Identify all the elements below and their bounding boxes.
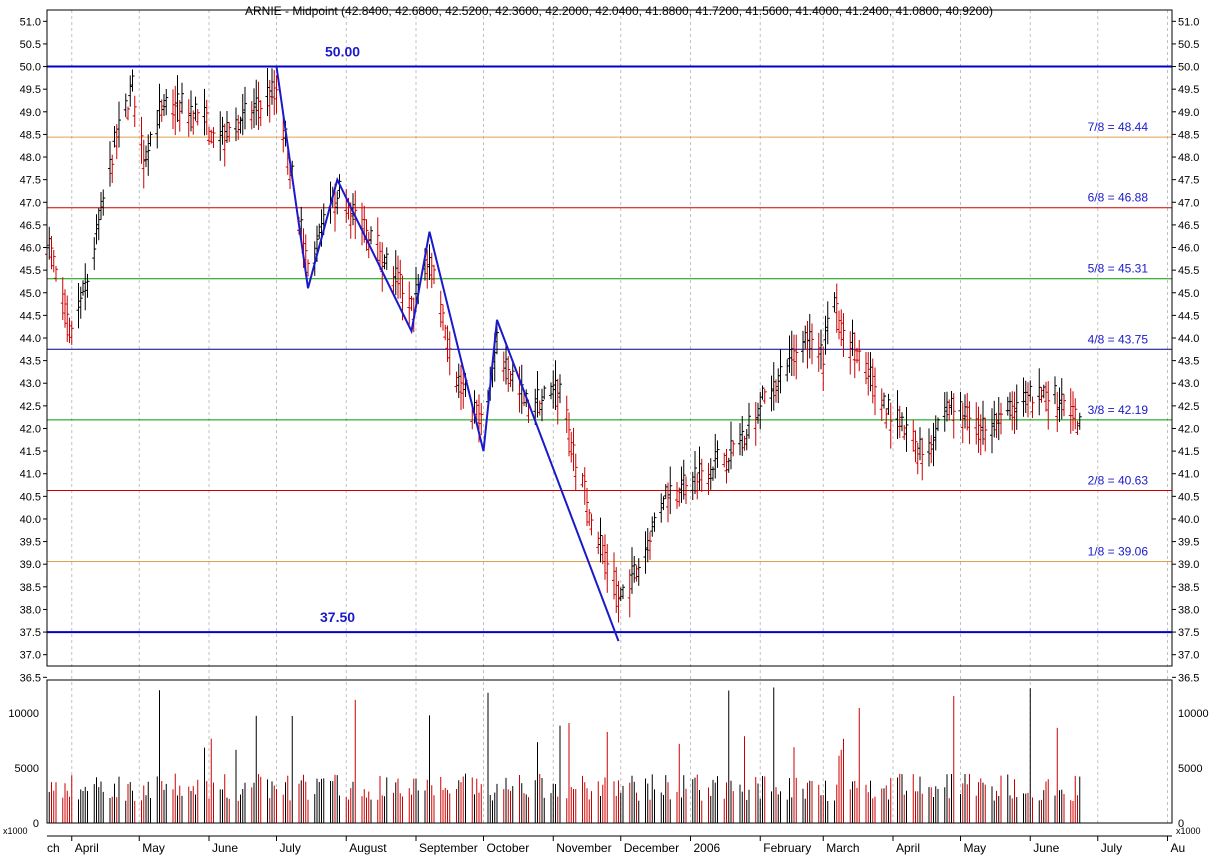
price-tick-label-left: 37.0 xyxy=(20,650,41,662)
price-tick-label-left: 50.0 xyxy=(20,62,41,74)
price-tick-label-left: 39.0 xyxy=(20,559,41,571)
price-tick-label-left: 44.0 xyxy=(20,333,41,345)
price-tick-label-left: 49.5 xyxy=(20,84,41,96)
price-tick-label-right: 42.0 xyxy=(1178,423,1199,435)
volume-tick-label-right: 10000 xyxy=(1178,708,1209,720)
month-label: December xyxy=(624,841,679,855)
price-tick-label-left: 39.5 xyxy=(20,537,41,549)
chart-background xyxy=(0,0,1220,855)
month-label: March xyxy=(826,841,859,855)
price-tick-label-left: 43.5 xyxy=(20,356,41,368)
price-tick-label-right: 48.5 xyxy=(1178,129,1199,141)
month-label: June xyxy=(1033,841,1059,855)
price-tick-label-left: 46.5 xyxy=(20,220,41,232)
price-tick-label-left: 44.5 xyxy=(20,310,41,322)
murrey-label: 2/8 = 40.63 xyxy=(1088,473,1149,487)
price-tick-label-left: 49.0 xyxy=(20,107,41,119)
price-tick-label-right: 49.5 xyxy=(1178,84,1199,96)
chart-title: ARNIE - Midpoint (42.8400, 42.6800, 42.5… xyxy=(245,4,993,18)
price-tick-label-left: 48.5 xyxy=(20,129,41,141)
price-tick-label-right: 38.0 xyxy=(1178,604,1199,616)
month-label: November xyxy=(556,841,611,855)
price-tick-label-right: 44.5 xyxy=(1178,310,1199,322)
price-tick-label-right: 41.0 xyxy=(1178,469,1199,481)
murrey-tag: 50.00 xyxy=(325,44,360,60)
murrey-label: 6/8 = 46.88 xyxy=(1088,191,1149,205)
month-label: May xyxy=(964,841,987,855)
price-tick-label-left: 36.5 xyxy=(20,672,41,684)
price-tick-label-left: 42.5 xyxy=(20,401,41,413)
price-tick-label-right: 39.0 xyxy=(1178,559,1199,571)
price-tick-label-right: 37.5 xyxy=(1178,627,1199,639)
price-tick-label-right: 43.5 xyxy=(1178,356,1199,368)
price-tick-label-right: 47.5 xyxy=(1178,175,1199,187)
murrey-tag: 37.50 xyxy=(320,609,355,625)
month-label: Au xyxy=(1171,841,1186,855)
price-tick-label-left: 45.5 xyxy=(20,265,41,277)
price-tick-label-right: 40.0 xyxy=(1178,514,1199,526)
month-label: February xyxy=(763,841,811,855)
volume-multiplier-left: x1000 xyxy=(3,826,28,836)
volume-tick-label-right: 5000 xyxy=(1178,763,1202,775)
volume-tick-label-left: 0 xyxy=(33,818,39,830)
price-tick-label-left: 40.0 xyxy=(20,514,41,526)
price-tick-label-left: 40.5 xyxy=(20,491,41,503)
price-tick-label-left: 37.5 xyxy=(20,627,41,639)
price-tick-label-right: 36.5 xyxy=(1178,672,1199,684)
volume-multiplier-right: x1000 xyxy=(1176,826,1201,836)
chart-container: 50.00 7/8 = 48.44 6/8 = 46.88 5/8 = 45.31 4/… xyxy=(0,0,1220,855)
month-label: August xyxy=(349,841,387,855)
price-tick-label-right: 48.0 xyxy=(1178,152,1199,164)
month-label: June xyxy=(212,841,238,855)
murrey-label: 4/8 = 43.75 xyxy=(1088,332,1149,346)
price-tick-label-right: 37.0 xyxy=(1178,650,1199,662)
month-label: April xyxy=(896,841,920,855)
price-tick-label-left: 38.0 xyxy=(20,604,41,616)
month-label: October xyxy=(487,841,530,855)
price-volume-chart: 50.007/8 = 48.446/8 = 46.885/8 = 45.314/… xyxy=(0,0,1220,855)
price-tick-label-left: 47.0 xyxy=(20,197,41,209)
price-tick-label-left: 50.5 xyxy=(20,39,41,51)
price-tick-label-right: 45.0 xyxy=(1178,288,1199,300)
price-tick-label-right: 50.0 xyxy=(1178,62,1199,74)
price-tick-label-right: 42.5 xyxy=(1178,401,1199,413)
price-tick-label-right: 50.5 xyxy=(1178,39,1199,51)
price-tick-label-left: 43.0 xyxy=(20,378,41,390)
price-tick-label-right: 46.0 xyxy=(1178,243,1199,255)
price-tick-label-left: 46.0 xyxy=(20,243,41,255)
month-label: April xyxy=(75,841,99,855)
price-tick-label-left: 47.5 xyxy=(20,175,41,187)
volume-tick-label-left: 10000 xyxy=(8,708,39,720)
month-label: May xyxy=(142,841,165,855)
price-tick-label-right: 44.0 xyxy=(1178,333,1199,345)
price-tick-label-right: 43.0 xyxy=(1178,378,1199,390)
price-tick-label-left: 38.5 xyxy=(20,582,41,594)
month-label: September xyxy=(419,841,478,855)
month-label: 2006 xyxy=(694,841,721,855)
month-label: July xyxy=(1101,841,1122,855)
price-tick-label-right: 49.0 xyxy=(1178,107,1199,119)
price-tick-label-left: 48.0 xyxy=(20,152,41,164)
price-tick-label-right: 46.5 xyxy=(1178,220,1199,232)
murrey-label: 3/8 = 42.19 xyxy=(1088,403,1149,417)
murrey-label: 7/8 = 48.44 xyxy=(1088,120,1149,134)
price-tick-label-right: 40.5 xyxy=(1178,491,1199,503)
price-tick-label-left: 45.0 xyxy=(20,288,41,300)
price-tick-label-left: 51.0 xyxy=(20,16,41,28)
price-tick-label-left: 42.0 xyxy=(20,423,41,435)
price-tick-label-left: 41.5 xyxy=(20,446,41,458)
murrey-label: 1/8 = 39.06 xyxy=(1088,544,1149,558)
price-tick-label-left: 41.0 xyxy=(20,469,41,481)
month-label: ch xyxy=(47,841,60,855)
price-tick-label-right: 51.0 xyxy=(1178,16,1199,28)
price-tick-label-right: 47.0 xyxy=(1178,197,1199,209)
murrey-label: 5/8 = 45.31 xyxy=(1088,262,1149,276)
price-tick-label-right: 41.5 xyxy=(1178,446,1199,458)
volume-tick-label-left: 5000 xyxy=(15,763,39,775)
price-tick-label-right: 38.5 xyxy=(1178,582,1199,594)
month-label: July xyxy=(280,841,301,855)
price-tick-label-right: 39.5 xyxy=(1178,537,1199,549)
price-tick-label-right: 45.5 xyxy=(1178,265,1199,277)
